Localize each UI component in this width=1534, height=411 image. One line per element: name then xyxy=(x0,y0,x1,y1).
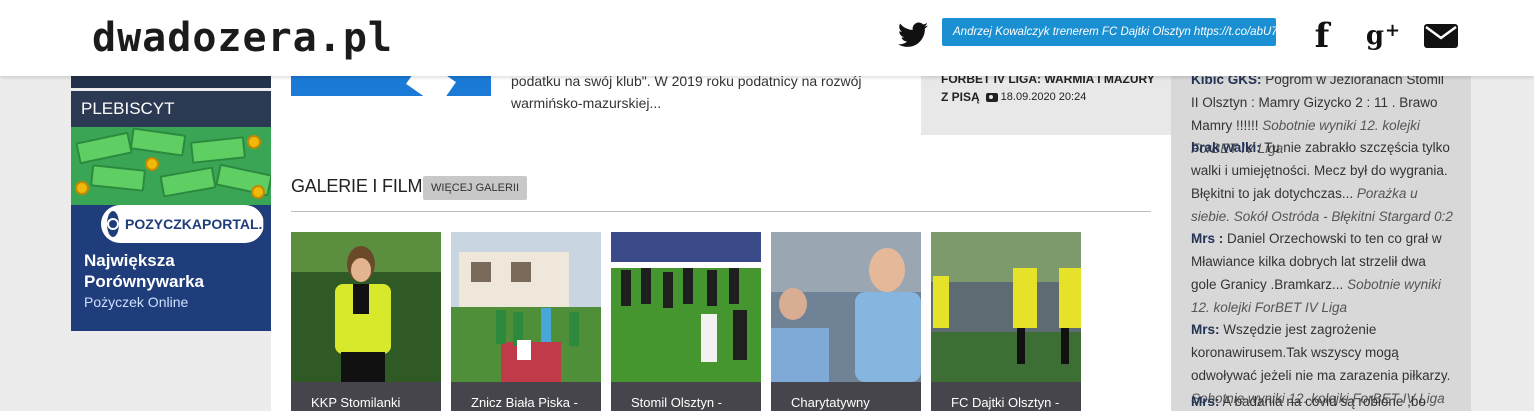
comment-item[interactable]: Mrs : Daniel Orzechowski to ten co grał … xyxy=(1191,227,1453,319)
ad-brand-pill: POZYCZKAPORTAL.PL xyxy=(101,205,271,243)
google-plus-icon[interactable]: g + xyxy=(1362,18,1404,54)
ad-subheadline: Pożyczek Online xyxy=(84,294,189,310)
banknote xyxy=(89,164,147,192)
more-galleries-button[interactable]: WIĘCEJ GALERII xyxy=(423,176,528,200)
news-title-line-2: Z PISĄ xyxy=(941,90,980,104)
article-thumbnail[interactable] xyxy=(291,76,491,96)
gallery-tile[interactable]: KKP Stomilanki xyxy=(291,232,441,411)
gallery-caption: Charytatywny xyxy=(771,382,921,411)
twitter-icon[interactable] xyxy=(898,22,928,48)
coin xyxy=(145,157,159,171)
advertisement-banner[interactable]: POZYCZKAPORTAL.PL Największa Porównywark… xyxy=(71,127,271,331)
left-sidebar: PLEBISCYT POZYCZKAPORTAL.PL Największa P… xyxy=(71,76,271,411)
banknote xyxy=(129,127,187,157)
gallery-tile[interactable]: Charytatywny xyxy=(771,232,921,411)
gallery-tile[interactable]: FC Dajtki Olsztyn - xyxy=(931,232,1081,411)
facebook-icon[interactable]: f xyxy=(1307,16,1337,56)
news-meta: Z PISĄ 18.09.2020 20:24 xyxy=(941,90,1086,104)
site-header: dwadozera.pl Andrzej Kowalczyk trenerem … xyxy=(0,0,1534,76)
gallery-tile[interactable]: Stomil Olsztyn - xyxy=(611,232,761,411)
mail-icon[interactable] xyxy=(1424,24,1458,48)
plebiscyt-heading[interactable]: PLEBISCYT xyxy=(71,91,271,127)
banknote xyxy=(75,131,133,165)
gallery-tile[interactable]: Znicz Biała Piska - xyxy=(451,232,601,411)
gallery-photo xyxy=(611,232,761,382)
latest-tweet[interactable]: Andrzej Kowalczyk trenerem FC Dajtki Ols… xyxy=(942,18,1276,46)
comment-author: Mrs: xyxy=(1191,394,1220,409)
gallery-caption: Stomil Olsztyn - xyxy=(611,382,761,411)
gallery-photo xyxy=(931,232,1081,382)
news-date: 18.09.2020 20:24 xyxy=(1000,91,1087,103)
camera-icon xyxy=(985,92,998,102)
section-divider xyxy=(291,211,1151,212)
sidebar-top-block xyxy=(71,76,271,88)
news-item[interactable]: FORBET IV LIGA: WARMIA I MAZURY Z PISĄ 1… xyxy=(921,72,1171,135)
brand-logo-icon xyxy=(107,211,119,237)
comment-author: Mrs : xyxy=(1191,231,1224,246)
gallery-photo xyxy=(291,232,441,382)
latest-comments: Kibic GKS: Pogrom w Jeziorańach Stomil I… xyxy=(1171,72,1471,411)
coin xyxy=(251,185,265,199)
gallery-heading: GALERIE I FILMY xyxy=(291,176,435,196)
gallery-photo xyxy=(771,232,921,382)
money-illustration xyxy=(71,127,271,205)
comment-item[interactable]: Mrs: A badania na covid są robione ,bo xyxy=(1191,390,1453,411)
google-plus-glyph: g xyxy=(1365,21,1385,51)
banknote xyxy=(159,166,217,198)
ad-headline-line-2: Porównywarka xyxy=(84,272,204,291)
comment-item[interactable]: brak walki: Tu nie zabrakło szczęścia ty… xyxy=(1191,136,1453,228)
gallery-caption: FC Dajtki Olsztyn - xyxy=(931,382,1081,411)
comment-text: A badania na covid są robione ,bo xyxy=(1222,394,1426,409)
article-excerpt[interactable]: podatku na swój klub". W 2019 roku podat… xyxy=(511,70,891,114)
gallery-caption: KKP Stomilanki xyxy=(291,382,441,411)
site-logo[interactable]: dwadozera.pl xyxy=(92,18,393,58)
ad-headline: Największa Porównywarka xyxy=(84,250,204,292)
google-plus-sign: + xyxy=(1385,19,1401,41)
comment-text: Wszędzie jest zagrożenie koronawirusem.T… xyxy=(1191,322,1451,383)
ad-headline-line-1: Największa xyxy=(84,251,175,270)
coin xyxy=(247,135,261,149)
comment-author: brak walki: xyxy=(1191,140,1261,155)
gallery-photo xyxy=(451,232,601,382)
comment-author: Mrs: xyxy=(1191,322,1220,337)
gallery-caption: Znicz Biała Piska - xyxy=(451,382,601,411)
banknote xyxy=(189,136,247,164)
ad-brand: POZYCZKAPORTAL.PL xyxy=(125,216,271,232)
coin xyxy=(75,181,89,195)
